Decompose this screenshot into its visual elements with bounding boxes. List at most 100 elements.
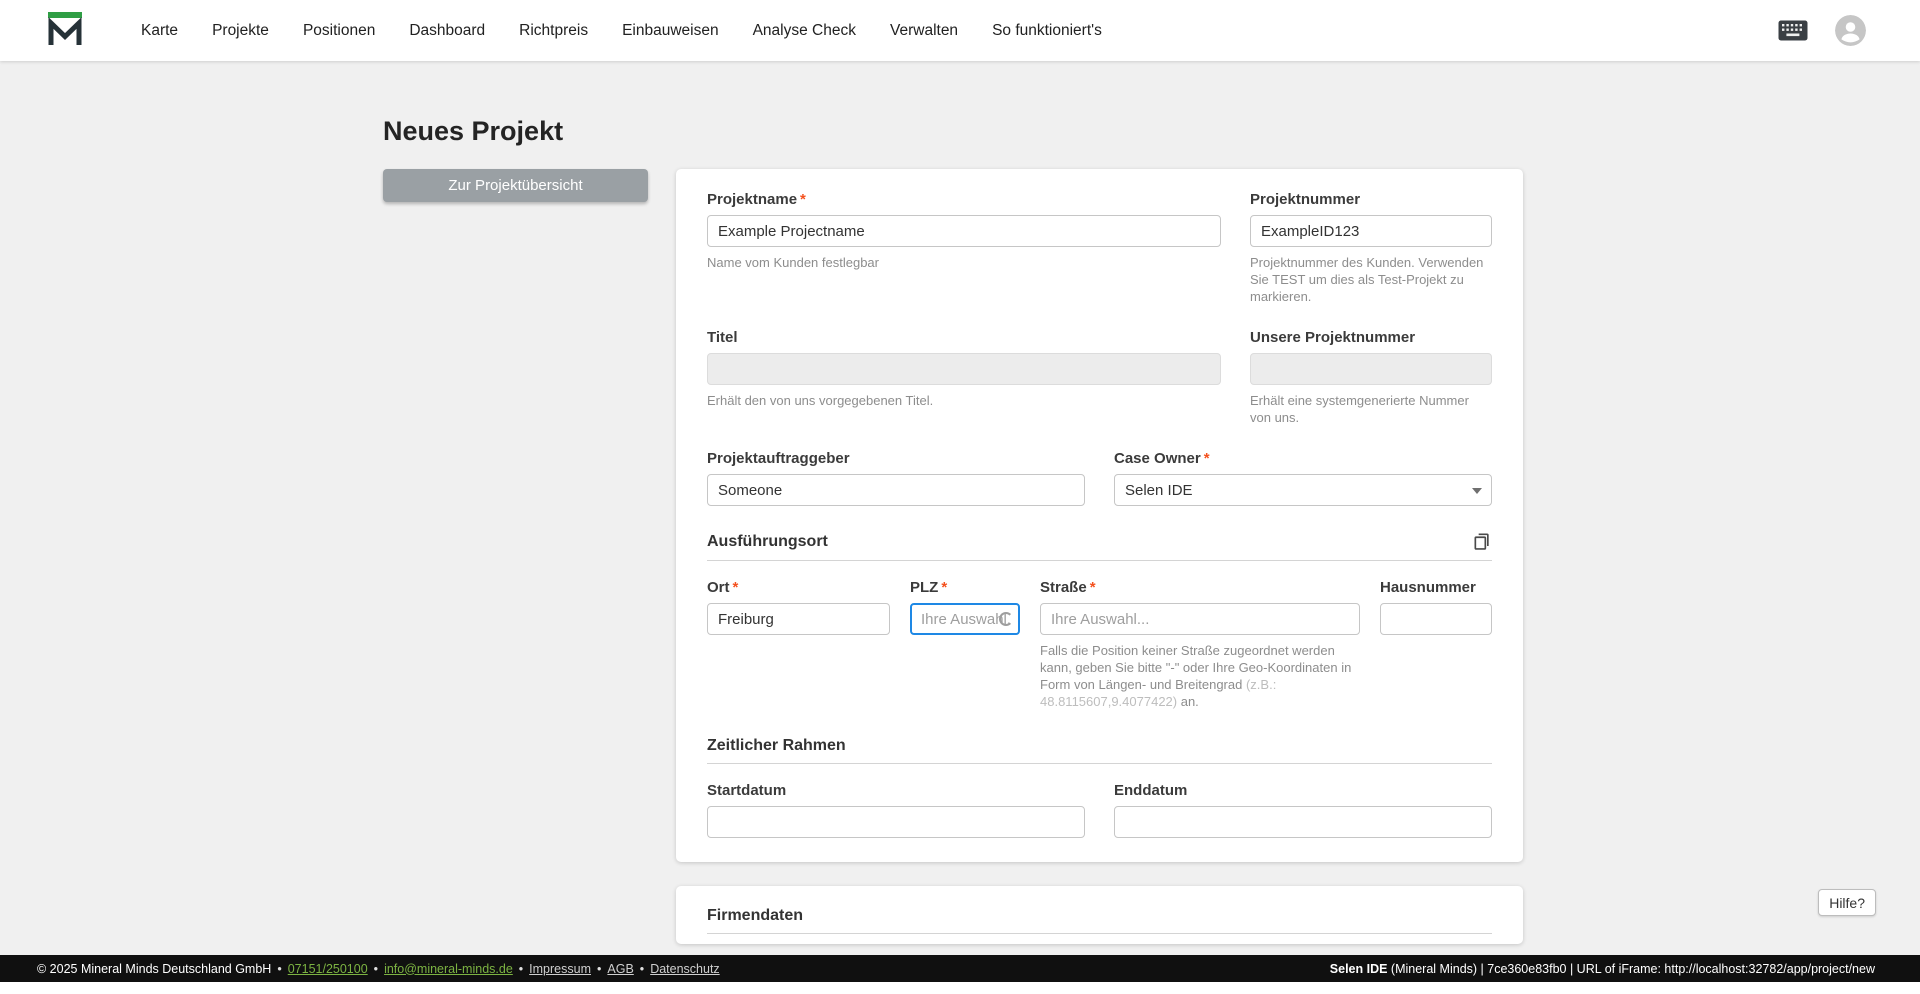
navbar-right-actions (1778, 15, 1920, 46)
projektnummer-label: Projektnummer (1250, 191, 1492, 209)
unsere-projektnummer-label-text: Unsere Projektnummer (1250, 329, 1416, 346)
back-to-project-overview-button[interactable]: Zur Projektübersicht (383, 169, 648, 202)
copy-address-icon[interactable] (1472, 530, 1492, 552)
required-asterisk: * (800, 191, 806, 208)
required-asterisk: * (1089, 579, 1096, 596)
hausnummer-label: Hausnummer (1380, 579, 1492, 597)
startdatum-input[interactable] (707, 806, 1085, 838)
enddatum-label-text: Enddatum (1114, 782, 1188, 799)
ort-label-text: Ort (707, 579, 730, 596)
required-asterisk: * (732, 579, 739, 596)
unsere-projektnummer-field: Unsere Projektnummer Erhält eine systemg… (1250, 329, 1492, 426)
strasse-helper-text: Falls die Position keiner Straße zugeord… (1040, 643, 1352, 692)
titel-field: Titel Erhält den von uns vorgegebenen Ti… (707, 329, 1221, 409)
footer-datenschutz-link[interactable]: Datenschutz (650, 962, 719, 976)
enddatum-label: Enddatum (1114, 782, 1492, 800)
app-root: Karte Projekte Positionen Dashboard Rich… (0, 0, 1920, 994)
footer-copyright: © 2025 Mineral Minds Deutschland GmbH (37, 961, 272, 976)
form-row-dates: Startdatum Enddatum (707, 782, 1492, 838)
nav-einbauweisen[interactable]: Einbauweisen (622, 22, 719, 40)
section-divider (707, 763, 1492, 764)
loading-spinner-icon (999, 612, 1013, 626)
enddatum-field: Enddatum (1114, 782, 1492, 838)
footer-phone-link[interactable]: 07151/250100 (288, 962, 368, 976)
unsere-projektnummer-input (1250, 353, 1492, 385)
top-navbar: Karte Projekte Positionen Dashboard Rich… (0, 0, 1920, 61)
form-row-address: Ort* PLZ* Straße* Falls die Position kei… (707, 579, 1492, 710)
mineral-minds-logo-icon (45, 8, 85, 53)
projektauftraggeber-input[interactable] (707, 474, 1085, 506)
company-data-card: Firmendaten (676, 886, 1523, 944)
section-divider (707, 560, 1492, 561)
enddatum-input[interactable] (1114, 806, 1492, 838)
nav-analyse-check[interactable]: Analyse Check (753, 22, 856, 40)
strasse-field: Straße* Falls die Position keiner Straße… (1040, 579, 1360, 710)
nav-positionen[interactable]: Positionen (303, 22, 375, 40)
plz-label: PLZ * (910, 579, 1020, 597)
projektauftraggeber-label-text: Projektauftraggeber (707, 450, 850, 467)
brand-logo[interactable] (45, 8, 85, 53)
footer-email-link[interactable]: info@mineral-minds.de (384, 962, 513, 976)
strasse-helper-suffix: an. (1177, 694, 1199, 709)
footer-separator: • (373, 961, 379, 976)
case-owner-selected-value: Selen IDE (1125, 481, 1193, 499)
footer-meta: (Mineral Minds) | 7ce360e83fb0 | URL of … (1387, 961, 1875, 976)
projektauftraggeber-label: Projektauftraggeber (707, 450, 1085, 468)
footer-left: © 2025 Mineral Minds Deutschland GmbH • … (37, 962, 720, 976)
section-divider (707, 933, 1492, 934)
footer-user-name: Selen IDE (1329, 961, 1388, 976)
projektnummer-field: Projektnummer Projektnummer des Kunden. … (1250, 191, 1492, 305)
startdatum-label-text: Startdatum (707, 782, 787, 799)
form-row-title-ournumber: Titel Erhält den von uns vorgegebenen Ti… (707, 329, 1492, 426)
projektauftraggeber-field: Projektauftraggeber (707, 450, 1085, 506)
hausnummer-field: Hausnummer (1380, 579, 1492, 635)
case-owner-label-text: Case Owner (1114, 450, 1201, 467)
ort-input[interactable] (707, 603, 890, 635)
strasse-helper: Falls die Position keiner Straße zugeord… (1040, 642, 1360, 710)
plz-field: PLZ * (910, 579, 1020, 635)
titel-input (707, 353, 1221, 385)
nav-dashboard[interactable]: Dashboard (409, 22, 485, 40)
nav-karte[interactable]: Karte (141, 22, 178, 40)
nav-projekte[interactable]: Projekte (212, 22, 269, 40)
strasse-label-text: Straße (1040, 579, 1087, 596)
case-owner-select[interactable]: Selen IDE (1114, 474, 1492, 506)
firmendaten-heading: Firmendaten (707, 907, 804, 924)
projektnummer-input[interactable] (1250, 215, 1492, 247)
projektnummer-label-text: Projektnummer (1250, 191, 1361, 208)
titel-label-text: Titel (707, 329, 738, 346)
footer-agb-link[interactable]: AGB (607, 962, 633, 976)
projektname-input[interactable] (707, 215, 1221, 247)
help-button[interactable]: Hilfe? (1818, 889, 1876, 916)
footer-impressum-link[interactable]: Impressum (529, 962, 591, 976)
keyboard-icon[interactable] (1778, 20, 1808, 41)
nav-richtpreis[interactable]: Richtpreis (519, 22, 588, 40)
startdatum-label: Startdatum (707, 782, 1085, 800)
hausnummer-label-text: Hausnummer (1380, 579, 1476, 596)
main-nav: Karte Projekte Positionen Dashboard Rich… (141, 22, 1102, 40)
projektnummer-helper: Projektnummer des Kunden. Verwenden Sie … (1250, 255, 1484, 304)
form-row-name-number: Projektname* Name vom Kunden festlegbar … (707, 191, 1492, 305)
ort-label: Ort * (707, 579, 890, 597)
case-owner-field: Case Owner * Selen IDE (1114, 450, 1492, 506)
projektname-helper: Name vom Kunden festlegbar (707, 255, 879, 270)
projektname-label: Projektname * (707, 191, 1221, 209)
required-asterisk: * (941, 579, 948, 596)
form-row-client-owner: Projektauftraggeber Case Owner* Selen ID… (707, 450, 1492, 506)
ort-field: Ort * (707, 579, 890, 635)
titel-helper: Erhält den von uns vorgegebenen Titel. (707, 393, 934, 408)
hausnummer-input[interactable] (1380, 603, 1492, 635)
new-project-form-card: Projektname* Name vom Kunden festlegbar … (676, 169, 1523, 862)
required-asterisk: * (1203, 450, 1210, 467)
strasse-input[interactable] (1040, 603, 1360, 635)
plz-label-text: PLZ (910, 579, 939, 596)
footer: © 2025 Mineral Minds Deutschland GmbH • … (0, 955, 1920, 982)
unsere-projektnummer-helper: Erhält eine systemgenerierte Nummer von … (1250, 393, 1469, 425)
section-zeitlicher-rahmen: Zeitlicher Rahmen (707, 736, 1492, 764)
section-ausfuehrungsort: Ausführungsort (707, 530, 1492, 561)
strasse-label: Straße * (1040, 579, 1360, 597)
nav-verwalten[interactable]: Verwalten (890, 22, 958, 40)
user-avatar[interactable] (1835, 15, 1866, 46)
nav-so-funktionierts[interactable]: So funktioniert's (992, 22, 1102, 40)
projektname-label-text: Projektname (707, 191, 798, 208)
